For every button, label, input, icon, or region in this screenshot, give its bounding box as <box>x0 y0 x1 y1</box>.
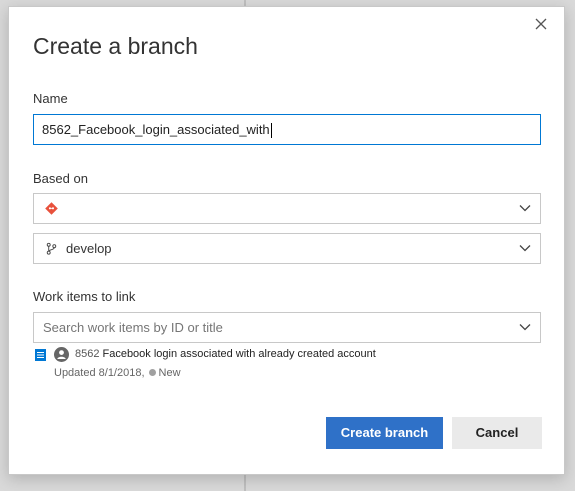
work-items-label: Work items to link <box>33 289 136 304</box>
git-repo-icon <box>45 202 58 215</box>
work-item-search-input[interactable]: Search work items by ID or title <box>33 312 541 343</box>
chevron-down-icon <box>519 205 531 212</box>
chevron-down-icon <box>519 324 531 331</box>
work-item-search-placeholder: Search work items by ID or title <box>43 320 223 335</box>
dialog-title: Create a branch <box>33 33 198 59</box>
work-item-title-text: Facebook login associated with already c… <box>102 348 376 360</box>
repository-dropdown[interactable] <box>33 193 541 224</box>
branch-value: develop <box>66 241 112 256</box>
chevron-down-icon <box>519 245 531 252</box>
linked-work-item[interactable]: 8562 Facebook login associated with alrea… <box>35 347 535 385</box>
create-branch-dialog: Create a branch Name 8562_Facebook_login… <box>8 6 565 475</box>
work-item-meta: Updated 8/1/2018, New <box>54 367 181 379</box>
work-item-id: 8562 <box>75 348 100 360</box>
branch-icon <box>46 242 57 255</box>
work-item-title: 8562 Facebook login associated with alrea… <box>75 348 376 360</box>
user-story-icon <box>35 349 46 361</box>
create-branch-button[interactable]: Create branch <box>326 417 443 449</box>
branch-dropdown[interactable]: develop <box>33 233 541 264</box>
based-on-label: Based on <box>33 171 88 186</box>
close-icon[interactable] <box>532 15 550 33</box>
branch-name-input[interactable]: 8562_Facebook_login_associated_with <box>33 114 541 145</box>
cancel-button[interactable]: Cancel <box>452 417 542 449</box>
work-item-state: New <box>158 367 181 379</box>
branch-name-value: 8562_Facebook_login_associated_with <box>42 122 270 137</box>
text-caret <box>270 123 272 139</box>
work-item-updated: Updated 8/1/2018, <box>54 367 145 379</box>
avatar-icon <box>54 347 69 362</box>
name-label: Name <box>33 91 68 106</box>
state-dot-icon <box>148 369 156 376</box>
